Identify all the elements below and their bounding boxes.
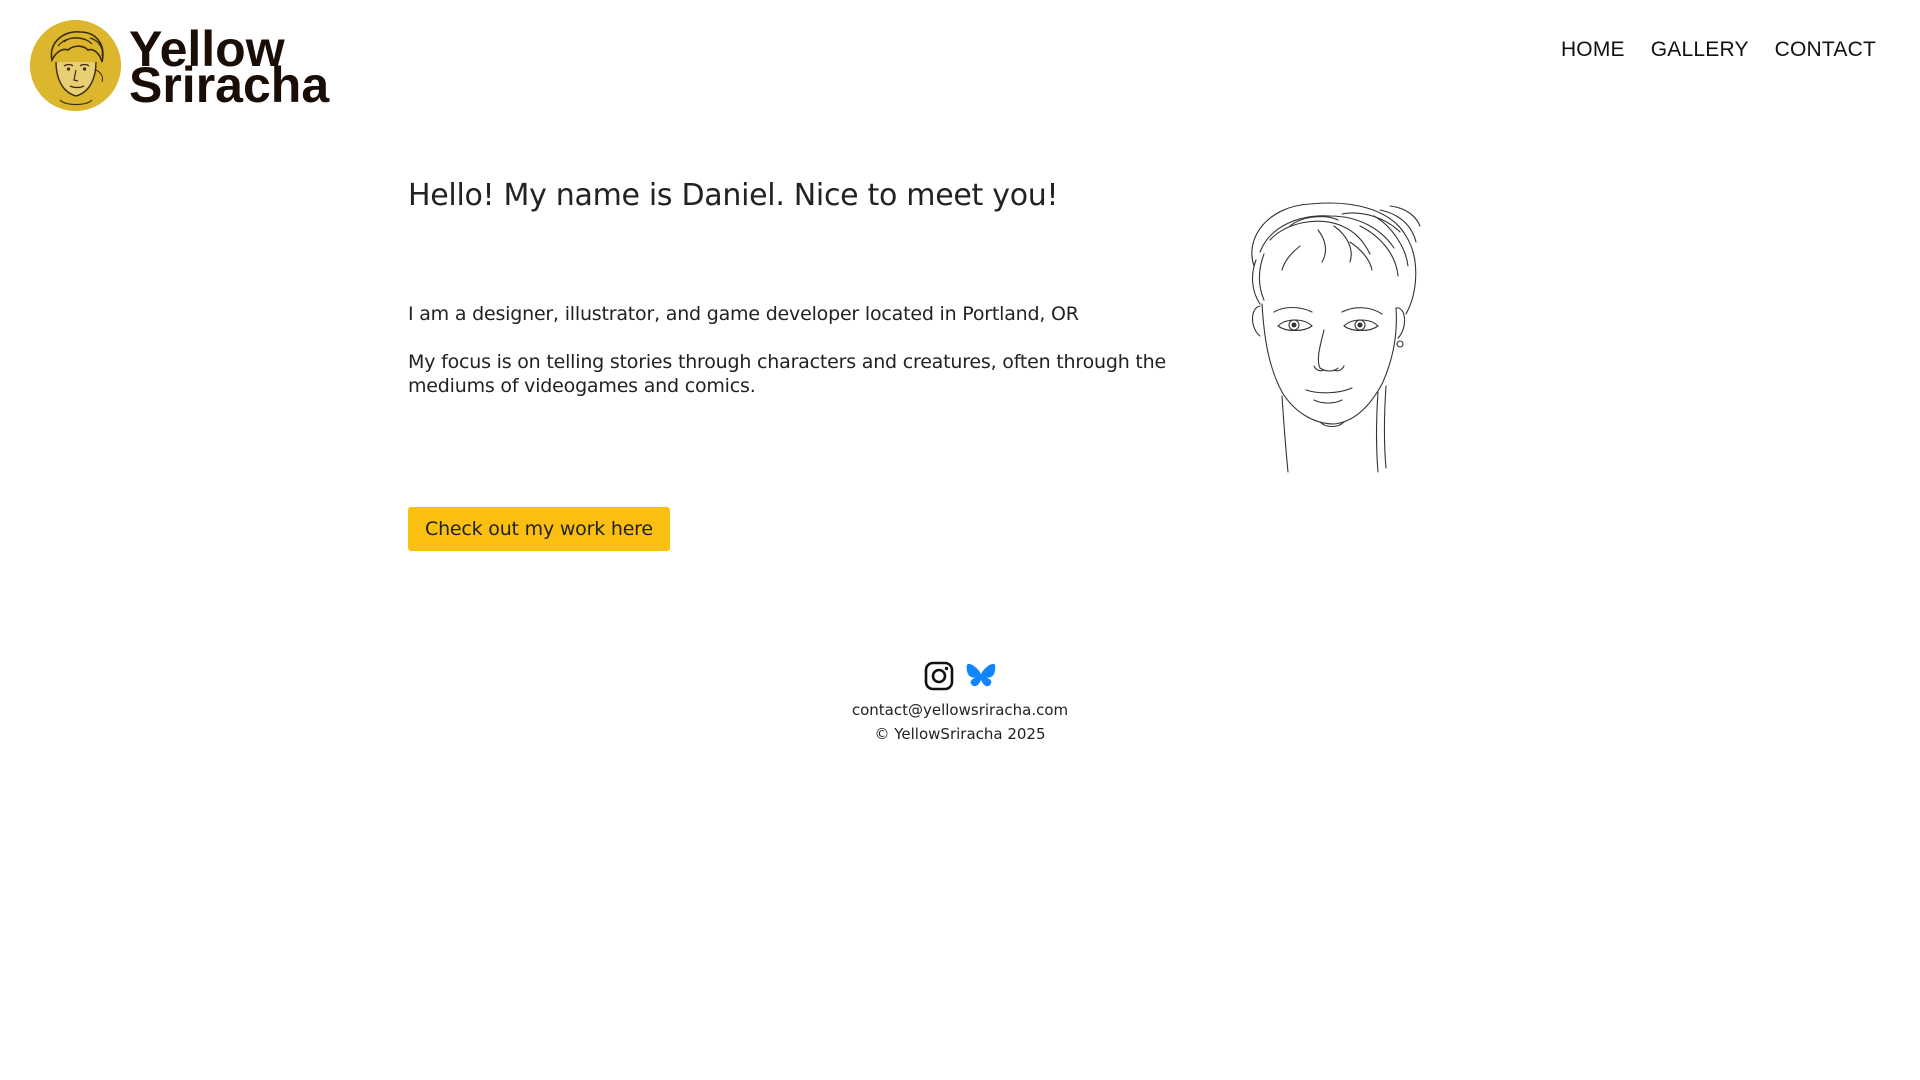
logo-link[interactable]: Yellow Sriracha <box>30 20 329 111</box>
portrait-avatar-icon <box>30 20 121 111</box>
nav-home-link[interactable]: HOME <box>1561 38 1625 62</box>
bluesky-icon[interactable] <box>965 660 997 692</box>
focus-text: My focus is on telling stories through c… <box>408 351 1166 397</box>
site-header: Yellow Sriracha HOME GALLERY CONTACT <box>0 0 1920 130</box>
copyright-text: © YellowSriracha 2025 <box>874 725 1046 743</box>
gallery-cta-button[interactable]: Check out my work here <box>408 507 670 551</box>
nav-contact-link[interactable]: CONTACT <box>1775 38 1876 62</box>
social-links <box>0 658 1920 694</box>
page-title: Hello! My name is Daniel. Nice to meet y… <box>408 178 1059 213</box>
logo-line-2: Sriracha <box>129 56 330 113</box>
intro-text: I am a designer, illustrator, and game d… <box>408 303 1079 325</box>
sketch-portrait <box>1230 196 1480 476</box>
contact-email: contact@yellowsriracha.com <box>851 701 1069 719</box>
main-nav: HOME GALLERY CONTACT <box>1561 38 1876 62</box>
instagram-icon[interactable] <box>923 660 955 692</box>
logo-wordmark: Yellow Sriracha <box>129 24 330 113</box>
nav-gallery-link[interactable]: GALLERY <box>1651 38 1749 62</box>
site-footer: contact@yellowsriracha.com © YellowSrira… <box>0 658 1920 746</box>
